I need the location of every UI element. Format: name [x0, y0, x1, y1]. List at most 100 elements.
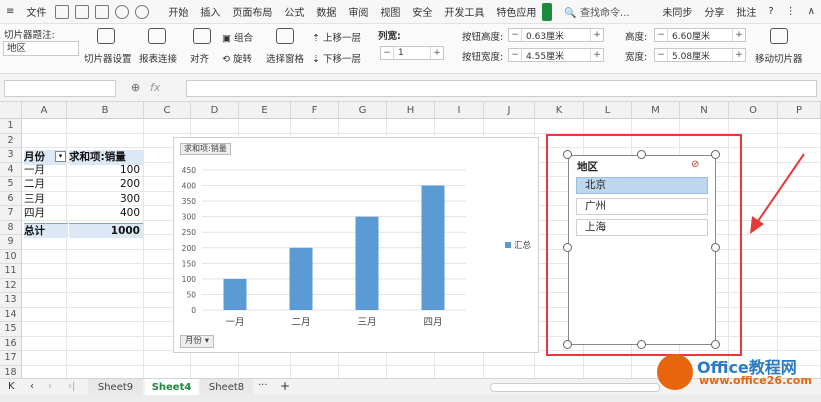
decrement-icon[interactable]: − [509, 50, 521, 60]
chart-axis-button[interactable]: 月份 ▾ [180, 335, 214, 348]
help-icon[interactable]: ? [762, 6, 779, 17]
pivot-total-label[interactable]: 总计 [24, 223, 68, 238]
pivot-row-value[interactable]: 400 [69, 206, 143, 221]
save-icon[interactable] [55, 4, 70, 19]
increment-icon[interactable]: + [591, 30, 603, 40]
column-header-l[interactable]: L [584, 102, 632, 119]
share-button[interactable]: 分享 [698, 4, 730, 19]
decrement-icon[interactable]: − [509, 30, 521, 40]
pivot-row-value[interactable]: 200 [69, 177, 143, 192]
increment-icon[interactable]: + [733, 50, 745, 60]
row-header-17[interactable]: 17 [0, 351, 22, 366]
column-header-c[interactable]: C [144, 102, 191, 119]
columns-stepper[interactable]: − 1 + [380, 46, 444, 60]
slicer-settings-icon[interactable] [97, 28, 115, 44]
row-header-6[interactable]: 6 [0, 191, 22, 206]
column-header-n[interactable]: N [680, 102, 729, 119]
height-stepper[interactable]: − 6.60厘米 + [654, 28, 746, 42]
rotate-button[interactable]: ⟲ 旋转 [222, 51, 252, 65]
menu-item-data[interactable]: 数据 [310, 4, 342, 19]
report-connections-button[interactable]: 报表连接 [139, 51, 177, 65]
pivot-row-value[interactable]: 300 [69, 192, 143, 207]
row-header-11[interactable]: 11 [0, 264, 22, 279]
prev-sheet-icon[interactable]: ‹ [30, 381, 34, 392]
column-header-h[interactable]: H [387, 102, 435, 119]
resize-handle[interactable] [563, 150, 572, 159]
add-sheet-icon[interactable]: + [280, 379, 290, 393]
row-header-2[interactable]: 2 [0, 133, 22, 148]
bring-forward-button[interactable]: ⇡ 上移一层 [312, 30, 361, 44]
menu-item-security[interactable]: 安全 [406, 4, 438, 19]
column-header-i[interactable]: I [435, 102, 484, 119]
column-header-a[interactable]: A [22, 102, 67, 119]
comment-button[interactable]: 批注 [730, 4, 762, 19]
menu-item-view[interactable]: 视图 [374, 4, 406, 19]
selection-pane-button[interactable]: 选择窗格 [266, 51, 304, 65]
zoom-icon[interactable]: ⊕ [131, 81, 140, 94]
row-header-1[interactable]: 1 [0, 119, 22, 134]
menu-item-page-layout[interactable]: 页面布局 [226, 4, 278, 19]
menu-item-features[interactable]: 特色应用 [490, 4, 542, 19]
move-slicer-button[interactable]: 移动切片器 [755, 51, 803, 65]
pivot-row-month[interactable]: 二月 [24, 177, 66, 192]
hamburger-icon[interactable]: ≡ [0, 6, 20, 17]
resize-handle[interactable] [711, 243, 720, 252]
column-header-j[interactable]: J [484, 102, 535, 119]
resize-handle[interactable] [563, 243, 572, 252]
send-backward-button[interactable]: ⇣ 下移一层 [312, 51, 361, 65]
resize-handle[interactable] [637, 340, 646, 349]
region-slicer[interactable]: 地区 ⊘ 北京 广州 上海 [568, 155, 716, 345]
horizontal-scrollbar[interactable] [490, 383, 660, 392]
collapse-ribbon-icon[interactable]: ∧ [802, 6, 821, 17]
move-slicer-icon[interactable] [770, 28, 788, 44]
column-header-f[interactable]: F [291, 102, 339, 119]
first-sheet-icon[interactable]: K [8, 381, 15, 392]
file-menu[interactable]: 文件 [20, 4, 52, 19]
button-width-stepper[interactable]: − 4.55厘米 + [508, 48, 604, 62]
row-header-14[interactable]: 14 [0, 307, 22, 322]
resize-handle[interactable] [711, 150, 720, 159]
menu-item-formulas[interactable]: 公式 [278, 4, 310, 19]
sheet-tab-sheet8[interactable]: Sheet8 [200, 379, 253, 396]
row-header-12[interactable]: 12 [0, 278, 22, 293]
slicer-item[interactable]: 广州 [576, 198, 708, 215]
row-header-10[interactable]: 10 [0, 249, 22, 264]
pivot-row-month[interactable]: 一月 [24, 163, 66, 178]
slicer-item[interactable]: 北京 [576, 177, 708, 194]
fx-icon[interactable]: fx [150, 81, 160, 94]
resize-handle[interactable] [563, 340, 572, 349]
resize-handle[interactable] [637, 150, 646, 159]
corner-select-all[interactable] [0, 102, 22, 119]
align-button[interactable]: 对齐 [190, 51, 209, 65]
sync-status[interactable]: 未同步 [656, 4, 698, 19]
increment-icon[interactable]: + [431, 48, 443, 58]
width-stepper[interactable]: − 5.08厘米 + [654, 48, 746, 62]
row-header-9[interactable]: 9 [0, 235, 22, 250]
group-button[interactable]: ▣ 组合 [222, 30, 253, 44]
decrement-icon[interactable]: − [381, 48, 393, 58]
menu-item-review[interactable]: 审阅 [342, 4, 374, 19]
row-header-7[interactable]: 7 [0, 206, 22, 221]
last-sheet-icon[interactable]: ›| [68, 381, 75, 392]
redo-icon[interactable] [135, 4, 150, 19]
row-header-16[interactable]: 16 [0, 336, 22, 351]
column-header-m[interactable]: M [632, 102, 680, 119]
slicer-item[interactable]: 上海 [576, 219, 708, 236]
pivot-row-value[interactable]: 100 [69, 163, 143, 178]
column-header-o[interactable]: O [729, 102, 778, 119]
row-header-4[interactable]: 4 [0, 162, 22, 177]
filter-dropdown-icon[interactable]: ▾ [55, 151, 66, 162]
search-command[interactable]: 🔍 查找命令... [558, 4, 635, 19]
decrement-icon[interactable]: − [655, 30, 667, 40]
print-icon[interactable] [75, 4, 90, 19]
increment-icon[interactable]: + [733, 30, 745, 40]
undo-icon[interactable] [115, 4, 130, 19]
report-connections-icon[interactable] [148, 28, 166, 44]
formula-input[interactable] [186, 80, 817, 97]
row-header-15[interactable]: 15 [0, 322, 22, 337]
next-sheet-icon[interactable]: › [48, 381, 52, 392]
sheet-tab-sheet9[interactable]: Sheet9 [88, 379, 143, 396]
menu-item-home[interactable]: 开始 [162, 4, 194, 19]
row-header-13[interactable]: 13 [0, 293, 22, 308]
sheet-tab-sheet4[interactable]: Sheet4 [145, 379, 198, 396]
